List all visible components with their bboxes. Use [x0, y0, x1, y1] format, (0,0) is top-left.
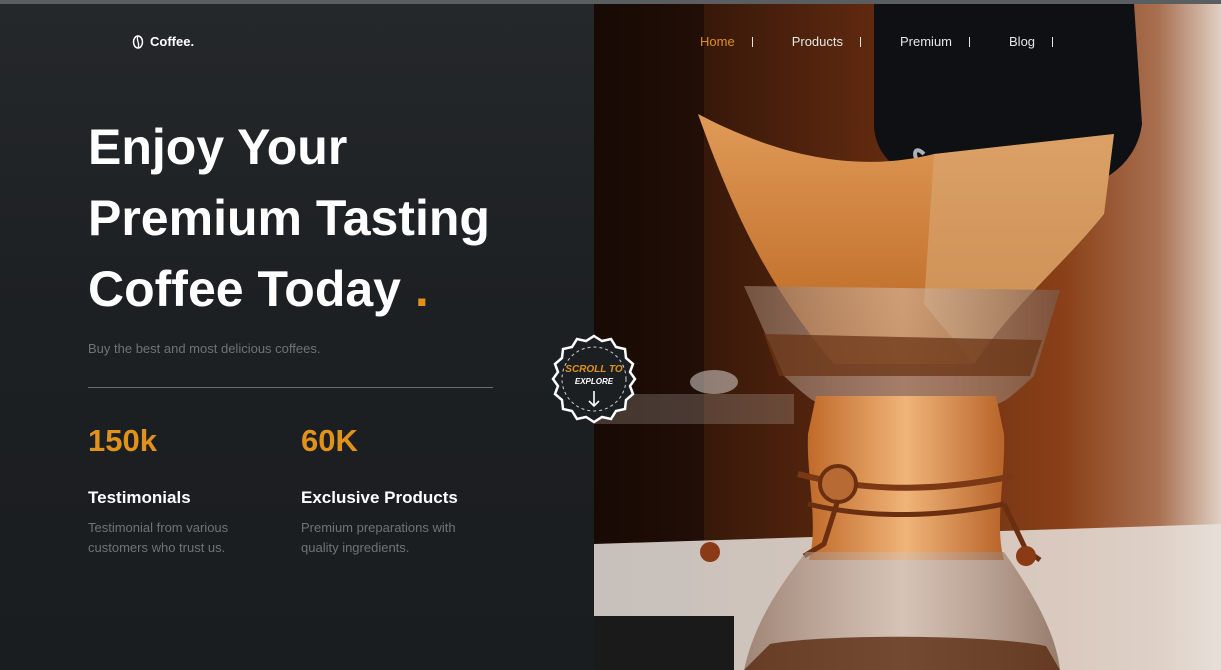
scroll-badge-graphic: SCROLL TO EXPLORE	[551, 334, 637, 424]
chemex-coffee-photo	[594, 4, 1221, 670]
scroll-badge-line2: EXPLORE	[575, 377, 614, 386]
stat-label: Testimonials	[88, 488, 191, 507]
brand-logo[interactable]: Coffee.	[132, 34, 194, 49]
nav-separator	[969, 36, 971, 47]
main-nav: Home Products Premium Blog	[700, 34, 1054, 49]
stat-testimonials: 150k Testimonials Testimonial from vario…	[88, 422, 288, 558]
nav-separator	[751, 36, 753, 47]
hero-title-line-3: Coffee Today .	[88, 254, 558, 325]
scroll-badge-line1: SCROLL TO	[565, 364, 623, 375]
hero-title-line-3-text: Coffee Today	[88, 261, 401, 317]
stat-exclusive-products: 60K Exclusive Products Premium preparati…	[301, 422, 501, 558]
stat-description: Premium preparations with quality ingred…	[301, 520, 456, 555]
hero-title-line-1: Enjoy Your	[88, 119, 348, 175]
coffee-bean-icon	[132, 34, 144, 49]
brand-name: Coffee.	[150, 34, 195, 49]
nav-separator	[1052, 36, 1054, 47]
hero-title-dot: .	[414, 261, 429, 317]
nav-item-products[interactable]: Products	[792, 34, 843, 49]
hero-image	[594, 4, 1221, 670]
nav-item-home[interactable]: Home	[700, 34, 735, 49]
nav-item-premium[interactable]: Premium	[900, 34, 952, 49]
hero-title-line-2: Premium Tasting	[88, 190, 490, 246]
stat-value: 150k	[88, 423, 157, 458]
hero-title: Enjoy Your Premium Tasting Coffee Today …	[88, 112, 558, 325]
stat-value: 60K	[301, 423, 358, 458]
scroll-to-explore-button[interactable]: SCROLL TO EXPLORE	[549, 334, 639, 424]
nav-item-blog[interactable]: Blog	[1009, 34, 1035, 49]
hero-divider	[88, 387, 493, 388]
stat-description: Testimonial from various customers who t…	[88, 520, 229, 555]
hero-subtitle: Buy the best and most delicious coffees.	[88, 341, 321, 356]
stat-label: Exclusive Products	[301, 488, 458, 507]
nav-separator	[860, 36, 861, 47]
hero-left-panel	[0, 4, 594, 670]
